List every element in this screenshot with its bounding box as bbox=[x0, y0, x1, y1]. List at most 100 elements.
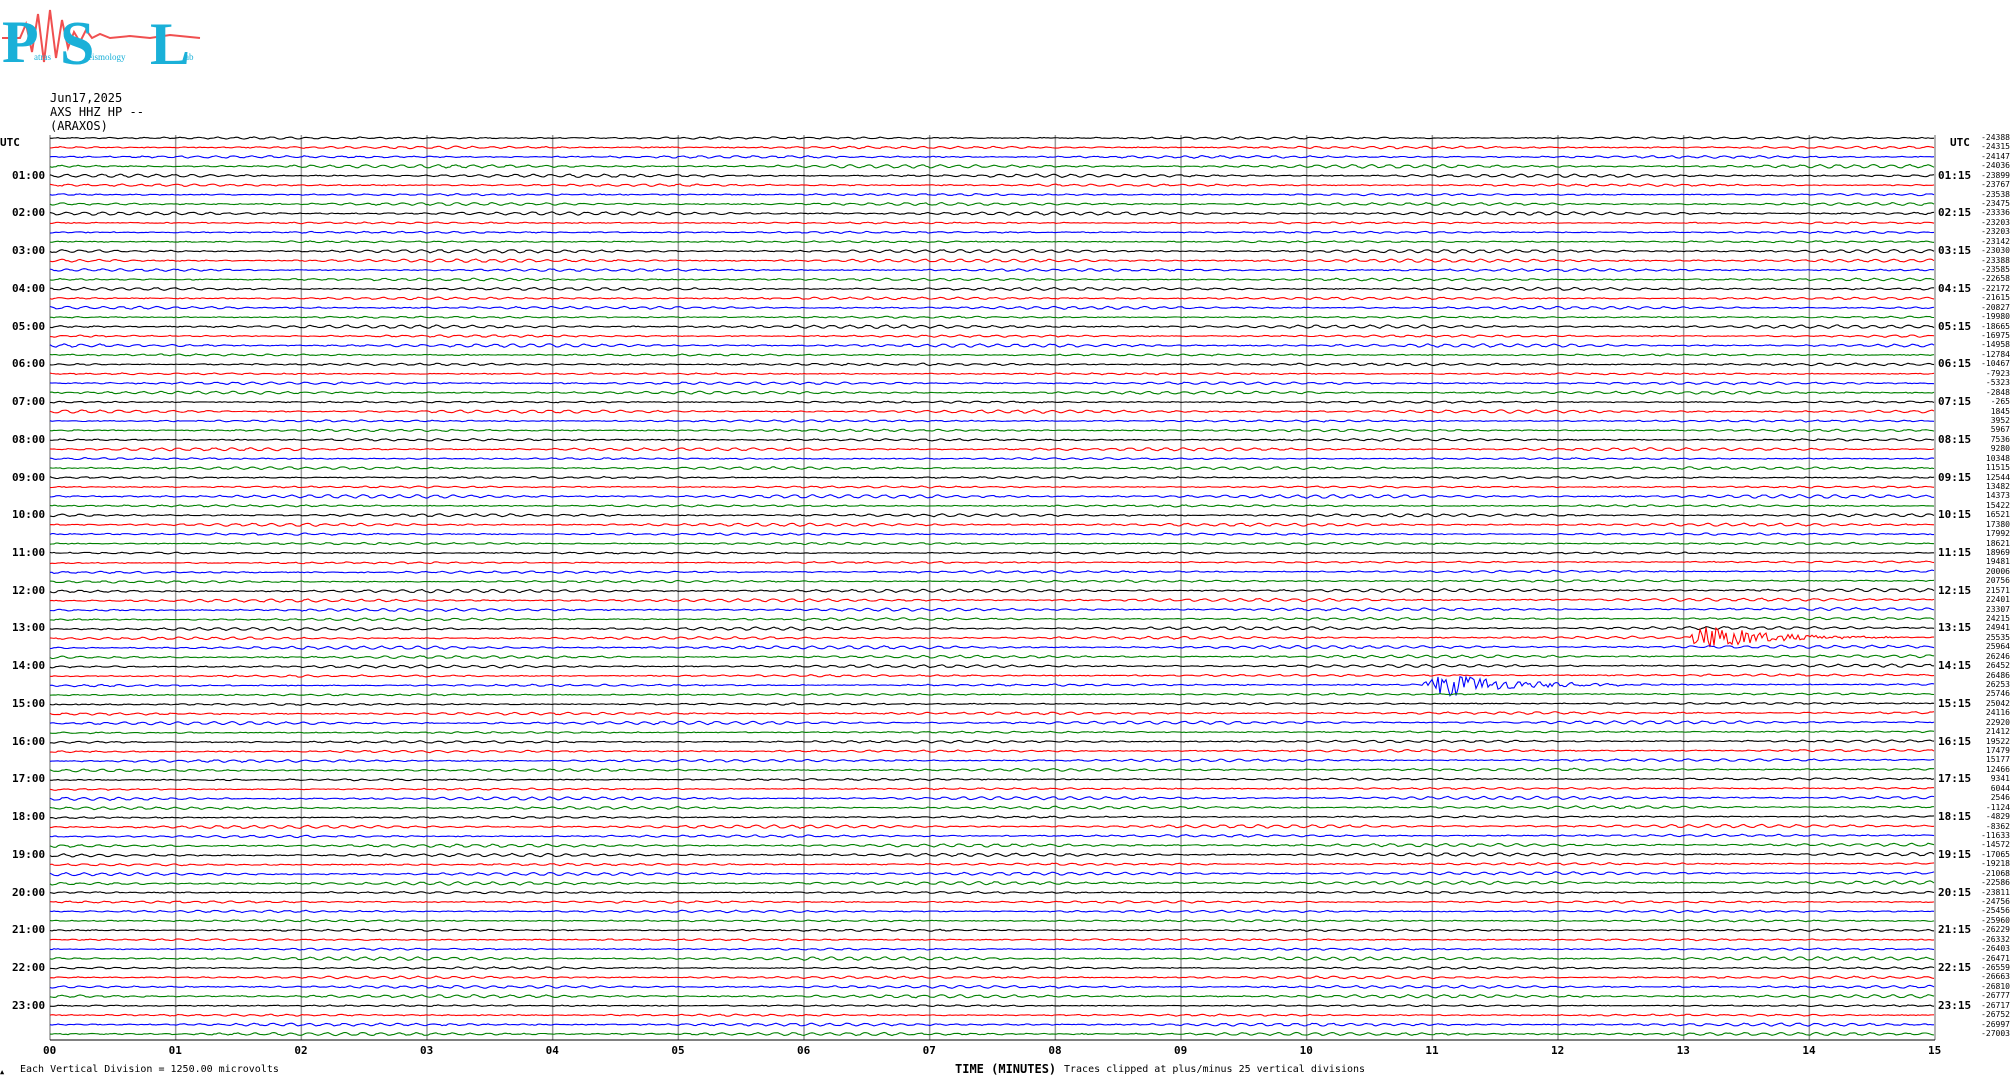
trace-line bbox=[49, 626, 1935, 648]
trace-line bbox=[49, 730, 1935, 735]
trace-offset-label: 24215 bbox=[1985, 614, 2010, 623]
trace-line bbox=[49, 815, 1935, 820]
trace-line bbox=[49, 795, 1935, 801]
trace-offset-label: -26810 bbox=[1981, 981, 2010, 991]
trace-line bbox=[49, 145, 1935, 150]
trace-line bbox=[49, 372, 1935, 376]
trace-offset-label: -26403 bbox=[1981, 944, 2010, 954]
trace-offset-label: 15422 bbox=[1985, 500, 2010, 510]
trace-line bbox=[49, 823, 1935, 829]
trace-line bbox=[49, 268, 1935, 273]
x-tick-label: 09 bbox=[1174, 1044, 1188, 1057]
trace-line bbox=[49, 871, 1935, 877]
trace-line bbox=[49, 362, 1935, 367]
trace-line bbox=[49, 777, 1935, 782]
left-hour-label: 05:00 bbox=[12, 319, 46, 333]
trace-line bbox=[49, 163, 1935, 169]
trace-offset-label: 18969 bbox=[1985, 547, 2010, 557]
trace-line bbox=[49, 644, 1935, 650]
left-hour-label: 04:00 bbox=[12, 281, 46, 295]
trace-offset-label: 7536 bbox=[1990, 434, 2010, 444]
trace-offset-label: 9341 bbox=[1990, 774, 2010, 784]
trace-line bbox=[49, 334, 1935, 338]
trace-offset-label: 26486 bbox=[1985, 670, 2010, 680]
trace-line bbox=[49, 136, 1935, 140]
trace-offset-label: -26663 bbox=[1981, 972, 2010, 982]
trace-line bbox=[49, 984, 1935, 989]
trace-offset-label: -1124 bbox=[1985, 802, 2010, 812]
trace-line bbox=[49, 183, 1935, 187]
left-hour-label: 21:00 bbox=[12, 923, 46, 937]
trace-offset-label: 17380 bbox=[1985, 519, 2010, 529]
trace-line bbox=[49, 277, 1935, 282]
trace-offset-label: -26471 bbox=[1981, 953, 2010, 963]
trace-offset-label: 1845 bbox=[1990, 406, 2010, 416]
trace-offset-label: -2848 bbox=[1985, 387, 2010, 397]
trace-offset-label: -19218 bbox=[1981, 859, 2010, 869]
trace-offset-label: -23142 bbox=[1981, 236, 2010, 246]
trace-line bbox=[49, 947, 1935, 951]
trace-offset-label: 24116 bbox=[1985, 708, 2010, 718]
trace-line bbox=[49, 551, 1935, 555]
trace-offset-label: -23538 bbox=[1981, 189, 2010, 199]
trace-line bbox=[49, 711, 1935, 716]
helicorder-plot bbox=[49, 135, 1936, 1041]
trace-offset-label: 16521 bbox=[1985, 510, 2010, 520]
left-hour-label: 17:00 bbox=[12, 772, 46, 786]
left-hour-label: 23:00 bbox=[12, 998, 46, 1012]
trace-line bbox=[49, 758, 1935, 763]
trace-offset-label: -265 bbox=[1990, 397, 2010, 407]
trace-line bbox=[49, 173, 1935, 178]
trace-offset-label: 12544 bbox=[1985, 472, 2010, 482]
left-hour-label: 16:00 bbox=[12, 734, 46, 748]
left-hour-label: 19:00 bbox=[12, 847, 46, 861]
trace-line bbox=[49, 513, 1935, 518]
trace-line bbox=[49, 192, 1935, 197]
trace-offset-label: -14958 bbox=[1981, 340, 2010, 350]
trace-line bbox=[49, 1004, 1935, 1008]
trace-line bbox=[49, 343, 1935, 348]
x-tick-label: 13 bbox=[1676, 1044, 1690, 1057]
trace-offset-label: 14373 bbox=[1985, 491, 2010, 501]
x-tick-label: 12 bbox=[1551, 1044, 1565, 1057]
trace-line bbox=[49, 494, 1935, 499]
x-axis-title: TIME (MINUTES) bbox=[955, 1062, 1057, 1076]
trace-offset-label: 23307 bbox=[1985, 604, 2010, 614]
trace-offset-label: -11633 bbox=[1981, 830, 2010, 840]
trace-offset-label: -22172 bbox=[1981, 283, 2010, 293]
left-hour-label: 08:00 bbox=[12, 432, 46, 446]
trace-offset-label: 12466 bbox=[1985, 764, 2010, 774]
trace-offset-label: 22920 bbox=[1985, 717, 2010, 727]
trace-line bbox=[49, 909, 1935, 914]
trace-offset-label: -24315 bbox=[1981, 142, 2010, 152]
trace-line bbox=[49, 597, 1935, 603]
trace-offset-label: 17479 bbox=[1985, 746, 2010, 756]
trace-offset-label: 21571 bbox=[1985, 585, 2010, 595]
trace-offset-label: 24941 bbox=[1985, 623, 2010, 633]
left-hour-label: 02:00 bbox=[12, 206, 46, 220]
trace-offset-label: -4829 bbox=[1985, 812, 2010, 822]
trace-line bbox=[49, 541, 1935, 546]
trace-line bbox=[49, 485, 1935, 489]
trace-line bbox=[49, 532, 1935, 536]
trace-line bbox=[49, 786, 1934, 791]
trace-line bbox=[49, 890, 1935, 895]
trace-line bbox=[49, 805, 1935, 811]
scale-note: Each Vertical Division = 1250.00 microvo… bbox=[20, 1064, 279, 1075]
trace-offset-label: 26253 bbox=[1985, 680, 2010, 690]
trace-line bbox=[49, 767, 1935, 773]
left-utc-label: UTC bbox=[0, 136, 20, 149]
left-hour-label: 13:00 bbox=[12, 621, 46, 635]
trace-line bbox=[49, 692, 1935, 697]
trace-line bbox=[49, 938, 1935, 942]
trace-offset-label: -23030 bbox=[1981, 246, 2010, 256]
x-tick-label: 10 bbox=[1299, 1044, 1313, 1057]
trace-offset-label: 20756 bbox=[1985, 576, 2010, 586]
trace-offset-label: 20006 bbox=[1985, 566, 2010, 576]
trace-line bbox=[49, 900, 1935, 904]
left-hour-label: 03:00 bbox=[12, 244, 46, 258]
left-hour-label: 14:00 bbox=[12, 659, 46, 673]
trace-offset-label: -24388 bbox=[1981, 133, 2010, 142]
x-tick-label: 05 bbox=[671, 1044, 685, 1057]
trace-offset-label: 19481 bbox=[1985, 557, 2010, 567]
